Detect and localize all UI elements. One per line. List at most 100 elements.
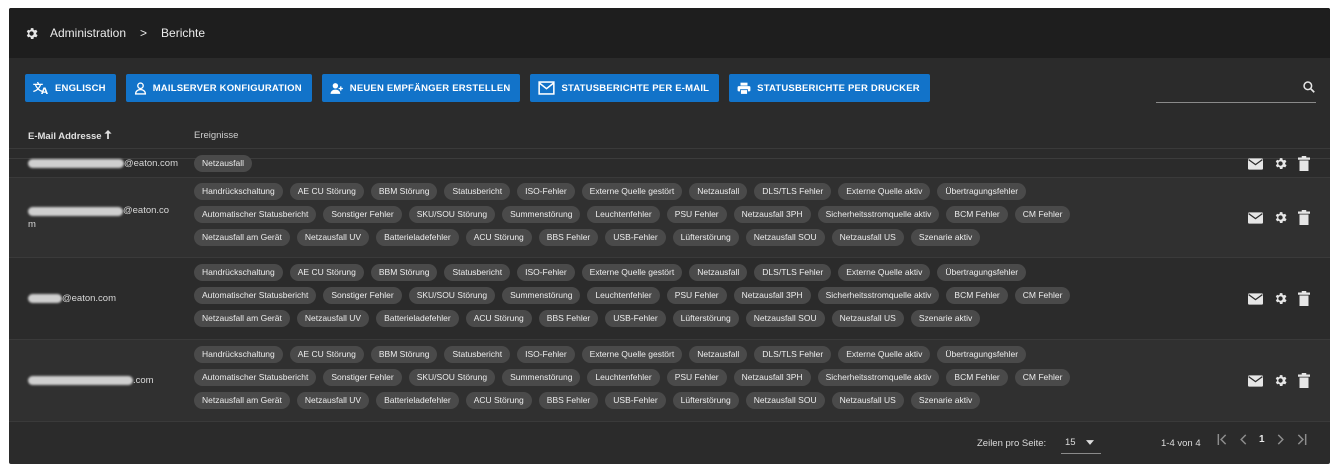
event-chip: Netzausfall: [689, 264, 748, 281]
mail-icon[interactable]: [1248, 374, 1263, 387]
event-chip: USB-Fehler: [605, 229, 666, 246]
event-chip: DLS/TLS Fehler: [754, 264, 832, 281]
mail-icon[interactable]: [1248, 157, 1263, 170]
pagination-range: 1-4 von 4: [1161, 438, 1201, 449]
event-chip: BBM Störung: [370, 183, 438, 200]
breadcrumb-root[interactable]: Administration: [50, 26, 126, 40]
event-chip: Externe Quelle gestört: [581, 183, 683, 200]
event-chip: Übertragungsfehler: [937, 183, 1027, 200]
breadcrumb-separator: >: [140, 26, 148, 40]
event-chip: ISO-Fehler: [517, 346, 575, 363]
event-chip: Sonstiger Fehler: [323, 369, 402, 386]
event-chip: Szenarie aktiv: [910, 229, 981, 246]
table-row: @eaton.com Netzausfall: [9, 148, 1330, 177]
gear-icon[interactable]: [1273, 373, 1288, 388]
event-chip: Batterieladefehler: [376, 229, 459, 246]
event-chip: Handrückschaltung: [194, 183, 283, 200]
event-chip: BCM Fehler: [946, 287, 1008, 304]
trash-icon[interactable]: [1298, 156, 1310, 171]
printer-icon: [737, 82, 751, 95]
event-chip: Externe Quelle aktiv: [838, 264, 931, 281]
gear-icon[interactable]: [1273, 156, 1288, 171]
gear-icon[interactable]: [1273, 210, 1288, 225]
person-icon: [134, 81, 146, 95]
mail-icon[interactable]: [1248, 211, 1263, 224]
event-chip: CM Fehler: [1014, 287, 1071, 304]
event-chip: Statusbericht: [444, 346, 511, 363]
event-chip: Handrückschaltung: [194, 346, 283, 363]
search-icon[interactable]: [1302, 80, 1316, 94]
trash-icon[interactable]: [1298, 210, 1310, 225]
arrow-up-icon: [104, 130, 112, 139]
event-chip: Netzausfall 3PH: [733, 206, 811, 223]
events-cell: Handrückschaltung AE CU Störung BBM Störun…: [194, 182, 1204, 251]
table-row: @eaton.co m Handrückschaltung AE CU Störu…: [9, 177, 1330, 257]
event-chip: Externe Quelle gestört: [581, 346, 683, 363]
event-chip: Sonstiger Fehler: [323, 287, 402, 304]
prev-page-icon[interactable]: [1239, 434, 1247, 445]
trash-icon[interactable]: [1298, 291, 1310, 306]
event-chip: Leuchtenfehler: [587, 206, 660, 223]
event-chip: ACU Störung: [465, 310, 532, 327]
event-chip: AE CU Störung: [289, 264, 364, 281]
event-chip: Netzausfall: [194, 155, 253, 172]
mailserver-config-label: Mailserver Konfiguration: [152, 82, 302, 94]
event-chip: Leuchtenfehler: [587, 287, 660, 304]
event-chip: PSU Fehler: [666, 206, 727, 223]
event-chip: CM Fehler: [1014, 206, 1071, 223]
event-chip: Netzausfall US: [831, 310, 904, 327]
event-chip: SKU/SOU Störung: [408, 287, 496, 304]
mailserver-config-button[interactable]: Mailserver Konfiguration: [125, 74, 312, 102]
event-chip: AE CU Störung: [289, 346, 364, 363]
event-chip: DLS/TLS Fehler: [754, 183, 832, 200]
trash-icon[interactable]: [1298, 373, 1310, 388]
breadcrumb-current: Berichte: [161, 26, 206, 40]
event-chip: BBS Fehler: [538, 392, 599, 409]
row-actions: [1248, 291, 1310, 306]
translate-icon: 文A: [33, 81, 48, 95]
event-chip: Handrückschaltung: [194, 264, 283, 281]
add-recipient-label: Neuen Empfänger erstellen: [349, 82, 511, 94]
event-chip: Netzausfall UV: [296, 310, 370, 327]
event-chip: Sicherheitsstromquelle aktiv: [817, 287, 940, 304]
printer-reports-button[interactable]: Statusberichte per Drucker: [729, 74, 930, 102]
first-page-icon[interactable]: [1217, 434, 1227, 445]
mail-icon[interactable]: [1248, 292, 1263, 305]
event-chip: Lüfterstörung: [672, 310, 739, 327]
event-chip: BBM Störung: [370, 346, 438, 363]
gear-icon[interactable]: [1273, 291, 1288, 306]
event-chip: PSU Fehler: [666, 287, 727, 304]
last-page-icon[interactable]: [1297, 434, 1307, 445]
event-chip: BBS Fehler: [538, 229, 599, 246]
rows-per-page-select[interactable]: 15: [1061, 432, 1101, 454]
events-cell: Handrückschaltung AE CU Störung BBM Störun…: [194, 345, 1204, 414]
rows-per-page-value: 15: [1065, 437, 1076, 448]
event-chip: Batterieladefehler: [376, 310, 459, 327]
event-chip: Sonstiger Fehler: [323, 206, 402, 223]
language-button-label: Englisch: [55, 82, 106, 94]
event-chip: Netzausfall SOU: [745, 310, 825, 327]
table-row: .com Handrückschaltung AE CU Störung BBM S…: [9, 339, 1330, 421]
event-chip: SKU/SOU Störung: [408, 369, 496, 386]
email-reports-label: Statusberichte per E-Mail: [561, 82, 710, 94]
event-chip: Statusbericht: [444, 183, 511, 200]
event-chip: Übertragungsfehler: [937, 346, 1027, 363]
add-recipient-button[interactable]: Neuen Empfänger erstellen: [321, 74, 521, 102]
language-button[interactable]: 文A Englisch: [25, 74, 116, 102]
email-cell: .com: [28, 375, 154, 386]
row-actions: [1248, 373, 1310, 388]
event-chip: ISO-Fehler: [517, 183, 575, 200]
redacted-text: [28, 294, 62, 303]
redacted-text: [28, 206, 123, 216]
event-chip: Summenstörung: [502, 369, 581, 386]
email-column-header[interactable]: E-Mail Addresse: [28, 130, 112, 142]
event-chip: Summenstörung: [502, 206, 581, 223]
current-page[interactable]: 1: [1259, 434, 1265, 445]
event-chip: Netzausfall SOU: [745, 392, 825, 409]
event-chip: ACU Störung: [465, 229, 532, 246]
email-reports-button[interactable]: Statusberichte per E-Mail: [530, 74, 720, 102]
redacted-text: [28, 159, 124, 168]
event-chip: Automatischer Statusbericht: [194, 206, 317, 223]
next-page-icon[interactable]: [1277, 434, 1285, 445]
search-field[interactable]: [1156, 72, 1316, 103]
